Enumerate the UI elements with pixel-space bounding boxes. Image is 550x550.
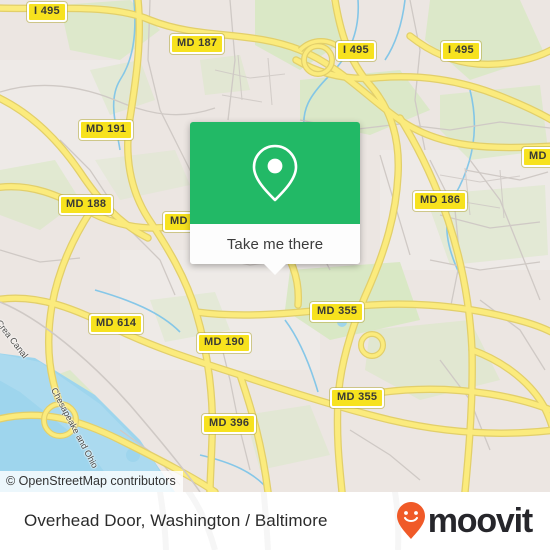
road-shield: MD 614 [89,314,144,334]
map-viewport[interactable]: I 495 MD 187 I 495 I 495 MD 191 MD 4 MD 188 MD … [0,0,550,492]
callout-pointer [264,264,286,275]
road-shield: MD 396 [202,414,257,434]
road-shield: MD 191 [79,120,134,140]
moovit-smiley-pin-icon [396,502,425,539]
road-shield: MD 190 [197,333,252,353]
footer-bar: Overhead Door, Washington / Baltimore mo… [0,492,550,550]
road-shield: I 495 [27,2,67,22]
take-me-there-label: Take me there [226,235,324,253]
poi-card-action[interactable]: Take me there [190,224,360,275]
road-shield: MD 355 [310,302,365,322]
page-title: Overhead Door, Washington / Baltimore [24,511,328,530]
moovit-logo[interactable]: moovit [395,501,533,541]
road-shield: MD 355 [330,388,385,408]
road-shield: I 495 [336,41,376,61]
location-pin-icon [252,144,298,202]
road-shield: I 495 [441,41,481,61]
road-shield: MD 188 [59,195,114,215]
poi-card-image [190,122,360,224]
map-attribution[interactable]: © OpenStreetMap contributors [0,471,183,492]
road-shield: MD 187 [170,34,225,54]
road-shield: MD 186 [413,191,468,211]
poi-callout-card[interactable]: Take me there [190,122,360,275]
brand-wordmark: moovit [427,502,533,540]
road-shield: MD 4 [522,147,550,167]
